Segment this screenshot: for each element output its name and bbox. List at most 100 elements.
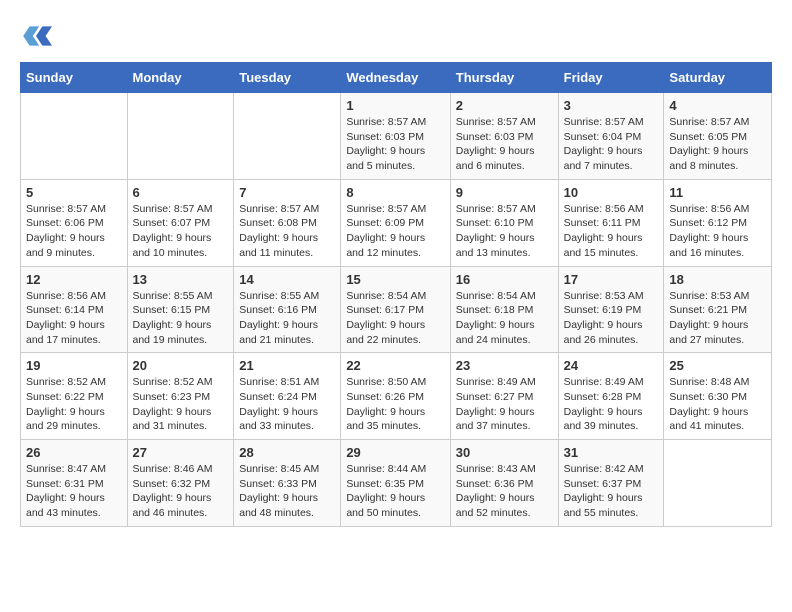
day-info: Sunrise: 8:49 AMSunset: 6:28 PMDaylight:… — [564, 375, 659, 434]
day-number: 26 — [26, 445, 122, 460]
calendar-cell: 8 Sunrise: 8:57 AMSunset: 6:09 PMDaylight… — [341, 179, 450, 266]
calendar-body: 1 Sunrise: 8:57 AMSunset: 6:03 PMDaylight… — [21, 93, 772, 527]
day-number: 7 — [239, 185, 335, 200]
calendar-cell: 9 Sunrise: 8:57 AMSunset: 6:10 PMDaylight… — [450, 179, 558, 266]
day-info: Sunrise: 8:42 AMSunset: 6:37 PMDaylight:… — [564, 462, 659, 521]
calendar-cell: 3 Sunrise: 8:57 AMSunset: 6:04 PMDaylight… — [558, 93, 664, 180]
day-number: 13 — [133, 272, 229, 287]
weekday-header-friday: Friday — [558, 63, 664, 93]
day-number: 5 — [26, 185, 122, 200]
day-info: Sunrise: 8:52 AMSunset: 6:23 PMDaylight:… — [133, 375, 229, 434]
day-number: 2 — [456, 98, 553, 113]
day-info: Sunrise: 8:48 AMSunset: 6:30 PMDaylight:… — [669, 375, 766, 434]
calendar-cell: 23 Sunrise: 8:49 AMSunset: 6:27 PMDayligh… — [450, 353, 558, 440]
calendar-cell: 12 Sunrise: 8:56 AMSunset: 6:14 PMDayligh… — [21, 266, 128, 353]
day-info: Sunrise: 8:57 AMSunset: 6:03 PMDaylight:… — [456, 115, 553, 174]
day-info: Sunrise: 8:54 AMSunset: 6:18 PMDaylight:… — [456, 289, 553, 348]
day-info: Sunrise: 8:54 AMSunset: 6:17 PMDaylight:… — [346, 289, 444, 348]
calendar-cell: 28 Sunrise: 8:45 AMSunset: 6:33 PMDayligh… — [234, 440, 341, 527]
calendar-week-row: 5 Sunrise: 8:57 AMSunset: 6:06 PMDaylight… — [21, 179, 772, 266]
weekday-header-saturday: Saturday — [664, 63, 772, 93]
day-info: Sunrise: 8:55 AMSunset: 6:16 PMDaylight:… — [239, 289, 335, 348]
day-number: 9 — [456, 185, 553, 200]
day-info: Sunrise: 8:56 AMSunset: 6:11 PMDaylight:… — [564, 202, 659, 261]
calendar-cell: 22 Sunrise: 8:50 AMSunset: 6:26 PMDayligh… — [341, 353, 450, 440]
day-info: Sunrise: 8:51 AMSunset: 6:24 PMDaylight:… — [239, 375, 335, 434]
day-number: 16 — [456, 272, 553, 287]
day-number: 19 — [26, 358, 122, 373]
day-info: Sunrise: 8:52 AMSunset: 6:22 PMDaylight:… — [26, 375, 122, 434]
weekday-header-tuesday: Tuesday — [234, 63, 341, 93]
day-info: Sunrise: 8:57 AMSunset: 6:06 PMDaylight:… — [26, 202, 122, 261]
day-info: Sunrise: 8:56 AMSunset: 6:14 PMDaylight:… — [26, 289, 122, 348]
day-info: Sunrise: 8:57 AMSunset: 6:10 PMDaylight:… — [456, 202, 553, 261]
calendar-cell: 20 Sunrise: 8:52 AMSunset: 6:23 PMDayligh… — [127, 353, 234, 440]
day-info: Sunrise: 8:57 AMSunset: 6:05 PMDaylight:… — [669, 115, 766, 174]
calendar-cell: 30 Sunrise: 8:43 AMSunset: 6:36 PMDayligh… — [450, 440, 558, 527]
weekday-header-monday: Monday — [127, 63, 234, 93]
day-number: 20 — [133, 358, 229, 373]
day-number: 10 — [564, 185, 659, 200]
day-number: 12 — [26, 272, 122, 287]
day-number: 8 — [346, 185, 444, 200]
calendar-cell: 25 Sunrise: 8:48 AMSunset: 6:30 PMDayligh… — [664, 353, 772, 440]
day-number: 28 — [239, 445, 335, 460]
day-number: 3 — [564, 98, 659, 113]
weekday-header-row: SundayMondayTuesdayWednesdayThursdayFrid… — [21, 63, 772, 93]
calendar-week-row: 12 Sunrise: 8:56 AMSunset: 6:14 PMDayligh… — [21, 266, 772, 353]
day-info: Sunrise: 8:45 AMSunset: 6:33 PMDaylight:… — [239, 462, 335, 521]
calendar-cell: 24 Sunrise: 8:49 AMSunset: 6:28 PMDayligh… — [558, 353, 664, 440]
day-info: Sunrise: 8:53 AMSunset: 6:19 PMDaylight:… — [564, 289, 659, 348]
day-number: 14 — [239, 272, 335, 287]
calendar-cell: 17 Sunrise: 8:53 AMSunset: 6:19 PMDayligh… — [558, 266, 664, 353]
calendar-cell: 19 Sunrise: 8:52 AMSunset: 6:22 PMDayligh… — [21, 353, 128, 440]
day-info: Sunrise: 8:57 AMSunset: 6:08 PMDaylight:… — [239, 202, 335, 261]
day-number: 24 — [564, 358, 659, 373]
calendar-week-row: 1 Sunrise: 8:57 AMSunset: 6:03 PMDaylight… — [21, 93, 772, 180]
day-number: 23 — [456, 358, 553, 373]
day-number: 6 — [133, 185, 229, 200]
day-info: Sunrise: 8:43 AMSunset: 6:36 PMDaylight:… — [456, 462, 553, 521]
calendar-cell: 14 Sunrise: 8:55 AMSunset: 6:16 PMDayligh… — [234, 266, 341, 353]
calendar-cell: 13Sunrise: 8:55 AMSunset: 6:15 PMDayligh… — [127, 266, 234, 353]
weekday-header-thursday: Thursday — [450, 63, 558, 93]
day-info: Sunrise: 8:53 AMSunset: 6:21 PMDaylight:… — [669, 289, 766, 348]
calendar-cell: 21 Sunrise: 8:51 AMSunset: 6:24 PMDayligh… — [234, 353, 341, 440]
day-number: 25 — [669, 358, 766, 373]
calendar-cell: 15Sunrise: 8:54 AMSunset: 6:17 PMDayligh… — [341, 266, 450, 353]
day-info: Sunrise: 8:57 AMSunset: 6:04 PMDaylight:… — [564, 115, 659, 174]
day-info: Sunrise: 8:57 AMSunset: 6:09 PMDaylight:… — [346, 202, 444, 261]
calendar-table: SundayMondayTuesdayWednesdayThursdayFrid… — [20, 62, 772, 527]
calendar-header: SundayMondayTuesdayWednesdayThursdayFrid… — [21, 63, 772, 93]
calendar-cell — [21, 93, 128, 180]
weekday-header-wednesday: Wednesday — [341, 63, 450, 93]
logo-icon — [20, 20, 52, 52]
calendar-cell — [664, 440, 772, 527]
day-number: 29 — [346, 445, 444, 460]
calendar-cell: 18Sunrise: 8:53 AMSunset: 6:21 PMDayligh… — [664, 266, 772, 353]
day-number: 22 — [346, 358, 444, 373]
calendar-week-row: 26 Sunrise: 8:47 AMSunset: 6:31 PMDayligh… — [21, 440, 772, 527]
day-number: 17 — [564, 272, 659, 287]
calendar-cell: 5 Sunrise: 8:57 AMSunset: 6:06 PMDaylight… — [21, 179, 128, 266]
calendar-cell: 7 Sunrise: 8:57 AMSunset: 6:08 PMDaylight… — [234, 179, 341, 266]
day-info: Sunrise: 8:56 AMSunset: 6:12 PMDaylight:… — [669, 202, 766, 261]
calendar-cell: 29Sunrise: 8:44 AMSunset: 6:35 PMDayligh… — [341, 440, 450, 527]
calendar-cell: 27Sunrise: 8:46 AMSunset: 6:32 PMDayligh… — [127, 440, 234, 527]
day-info: Sunrise: 8:50 AMSunset: 6:26 PMDaylight:… — [346, 375, 444, 434]
weekday-header-sunday: Sunday — [21, 63, 128, 93]
day-info: Sunrise: 8:47 AMSunset: 6:31 PMDaylight:… — [26, 462, 122, 521]
page-header — [20, 20, 772, 52]
day-number: 30 — [456, 445, 553, 460]
calendar-cell: 11Sunrise: 8:56 AMSunset: 6:12 PMDayligh… — [664, 179, 772, 266]
logo — [20, 20, 56, 52]
day-number: 27 — [133, 445, 229, 460]
day-number: 21 — [239, 358, 335, 373]
day-info: Sunrise: 8:57 AMSunset: 6:07 PMDaylight:… — [133, 202, 229, 261]
calendar-cell — [234, 93, 341, 180]
day-number: 4 — [669, 98, 766, 113]
day-info: Sunrise: 8:49 AMSunset: 6:27 PMDaylight:… — [456, 375, 553, 434]
calendar-cell: 10 Sunrise: 8:56 AMSunset: 6:11 PMDayligh… — [558, 179, 664, 266]
calendar-cell: 2 Sunrise: 8:57 AMSunset: 6:03 PMDaylight… — [450, 93, 558, 180]
day-number: 1 — [346, 98, 444, 113]
